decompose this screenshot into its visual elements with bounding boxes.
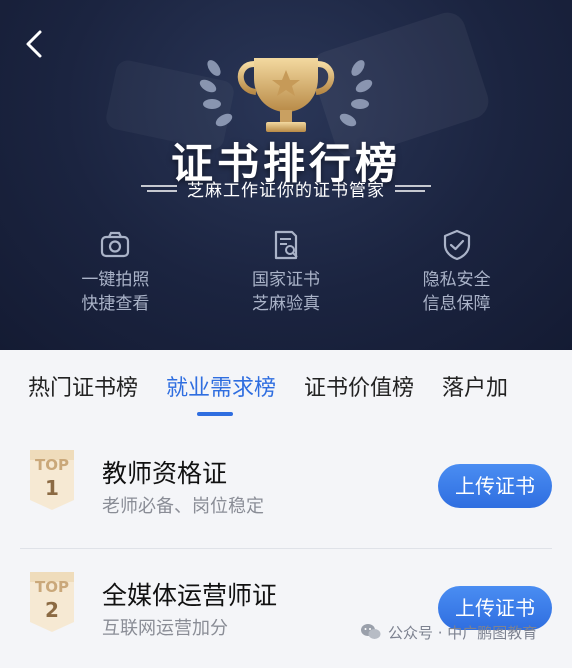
watermark: 公众号 · 中广鹏图教育	[360, 620, 537, 644]
rank-badge: TOP 1	[26, 448, 78, 512]
ranking-tabs: 热门证书榜 就业需求榜 证书价值榜 落户加	[0, 350, 572, 422]
back-arrow-icon[interactable]	[16, 26, 52, 62]
upload-certificate-button[interactable]: 上传证书	[438, 464, 552, 508]
list-item[interactable]: TOP 2 全媒体运营师证 互联网运营加分 上传证书	[0, 550, 572, 668]
certificate-description: 老师必备、岗位稳定	[102, 496, 264, 517]
list-item[interactable]: TOP 1 教师资格证 老师必备、岗位稳定 上传证书	[0, 430, 572, 548]
certificate-search-icon	[274, 230, 298, 260]
feature-line2: 芝麻验真	[251, 294, 320, 314]
divider	[20, 548, 552, 549]
certificate-description: 互联网运营加分	[102, 618, 228, 639]
feature-line1: 国家证书	[251, 270, 320, 290]
rank-number: 2	[45, 598, 59, 622]
rank-number: 1	[45, 476, 59, 500]
tab-hot-certificates[interactable]: 热门证书榜	[0, 370, 138, 402]
trophy-icon	[199, 58, 373, 132]
feature-line2: 信息保障	[422, 294, 491, 314]
feature-item: 国家证书 芝麻验真	[216, 228, 356, 328]
decorative-lines	[395, 184, 431, 192]
feature-list: 一键拍照 快捷查看 国家证书 芝麻验真 隐私安全 信息保障	[0, 228, 572, 328]
decorative-lines	[141, 184, 177, 192]
watermark-text: 公众号 · 中广鹏图教育	[388, 623, 538, 642]
rank-badge-top: TOP	[35, 578, 69, 596]
feature-line1: 一键拍照	[81, 270, 150, 290]
rank-badge: TOP 2	[26, 570, 78, 634]
feature-line1: 隐私安全	[422, 270, 491, 290]
rank-badge-top: TOP	[35, 456, 69, 474]
camera-icon	[101, 231, 130, 258]
shield-check-icon	[443, 229, 470, 261]
tab-settlement-bonus[interactable]: 落户加	[414, 370, 508, 402]
certificate-title: 全媒体运营师证	[102, 581, 278, 610]
subtitle-row: 芝麻工作证你的证书管家	[0, 176, 572, 201]
tab-certificate-value[interactable]: 证书价值榜	[276, 370, 414, 402]
feature-line2: 快捷查看	[81, 294, 150, 314]
feature-item: 一键拍照 快捷查看	[45, 228, 185, 328]
certificate-title: 教师资格证	[102, 459, 228, 488]
feature-item: 隐私安全 信息保障	[387, 228, 527, 328]
tab-employment-demand[interactable]: 就业需求榜	[138, 370, 276, 402]
wechat-icon	[361, 624, 381, 639]
page-subtitle: 芝麻工作证你的证书管家	[187, 180, 385, 201]
hero-banner: 证书排行榜 芝麻工作证你的证书管家 一键拍照 快捷查看 国家证书 芝麻验真 隐私…	[0, 0, 572, 350]
